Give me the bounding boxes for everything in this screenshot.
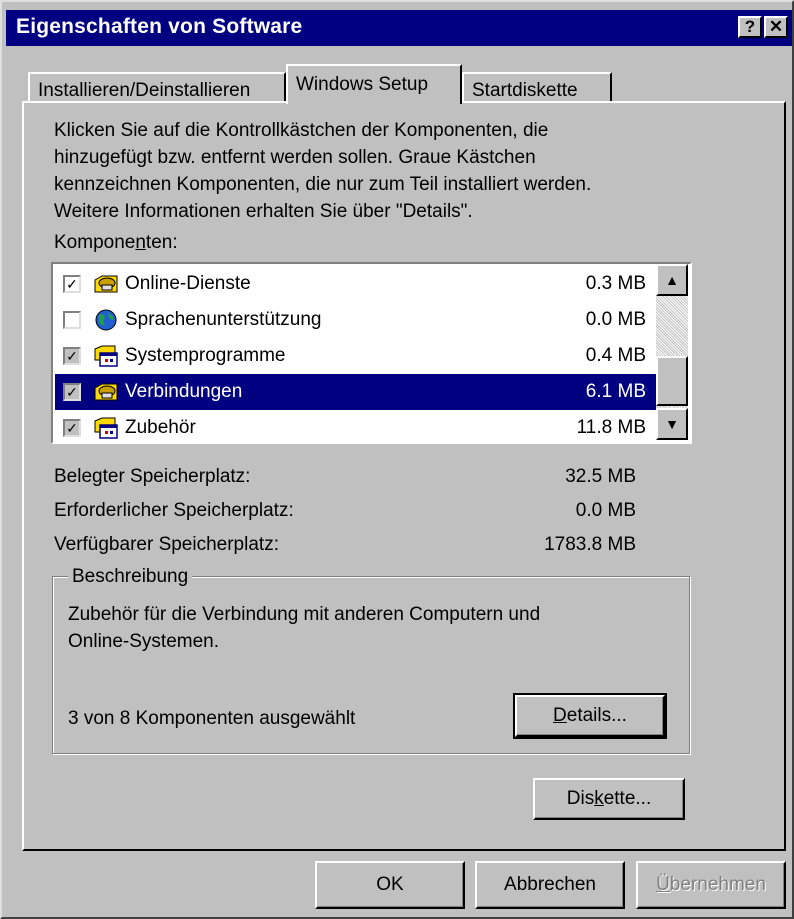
button-label: bernehmen <box>669 874 766 895</box>
component-name: Verbindungen <box>125 381 243 402</box>
tab-installieren-deinstallieren[interactable]: Installieren/Deinstallieren <box>28 72 286 103</box>
available-space-value: 1783.8 MB <box>544 534 636 555</box>
accel-char: k <box>594 788 604 809</box>
description-line-2: Online-Systemen. <box>68 631 220 652</box>
ok-button[interactable]: OK <box>315 861 465 909</box>
checkbox[interactable]: ✓ <box>63 419 81 437</box>
scroll-up-arrow-icon[interactable]: ▲ <box>656 264 688 296</box>
instructions-line-1: Klicken Sie auf die Kontrollkästchen der… <box>54 120 549 141</box>
tab-startdiskette[interactable]: Startdiskette <box>462 72 612 103</box>
program-window-icon <box>94 417 118 439</box>
tab-label: Installieren/Deinstallieren <box>38 80 251 101</box>
accel-char: D <box>553 705 567 726</box>
label-part: Kompone <box>54 232 136 253</box>
component-size: 11.8 MB <box>576 417 646 438</box>
help-button[interactable]: ? <box>738 16 762 38</box>
component-name: Systemprogramme <box>125 345 286 366</box>
component-size: 0.4 MB <box>585 345 646 366</box>
apply-button[interactable]: Übernehmen <box>636 861 786 909</box>
checkbox[interactable] <box>63 311 81 329</box>
components-label: Komponenten: <box>54 232 178 254</box>
component-size: 0.3 MB <box>585 273 646 294</box>
component-name: Zubehör <box>125 417 196 438</box>
required-space-label: Erforderlicher Speicherplatz: <box>54 500 294 521</box>
required-space-value: 0.0 MB <box>575 500 636 521</box>
instructions-line-2: hinzugefügt bzw. entfernt werden sollen.… <box>54 147 536 168</box>
list-item-systemprogramme[interactable]: ✓ Systemprogramme 0.4 MB <box>55 338 658 374</box>
tab-label: Windows Setup <box>296 74 429 95</box>
component-name: Online-Dienste <box>125 273 251 294</box>
phone-folder-icon <box>94 275 118 293</box>
details-button[interactable]: Details... <box>513 693 667 739</box>
description-line-1: Zubehör für die Verbindung mit anderen C… <box>68 604 541 625</box>
list-item-online-dienste[interactable]: ✓ Online-Dienste 0.3 MB <box>55 266 658 302</box>
used-space-value: 32.5 MB <box>565 466 636 487</box>
selection-count: 3 von 8 Komponenten ausgewählt <box>68 708 356 729</box>
list-item-sprachenunterstuetzung[interactable]: Sprachenunterstützung 0.0 MB <box>55 302 658 338</box>
label-accel: n <box>135 232 146 253</box>
active-tab-join <box>288 100 460 104</box>
program-window-icon <box>94 345 118 367</box>
components-listbox[interactable]: ✓ Online-Dienste 0.3 MB Sprachenunterstü… <box>51 262 692 444</box>
button-label: Dis <box>566 788 595 809</box>
used-space-label: Belegter Speicherplatz: <box>54 466 251 487</box>
globe-icon <box>95 309 117 331</box>
title-bar[interactable]: Eigenschaften von Software ? ✕ <box>6 10 792 46</box>
accel-char: Ü <box>656 874 670 895</box>
tab-label: Startdiskette <box>472 80 578 101</box>
checkbox[interactable]: ✓ <box>63 347 81 365</box>
diskette-button[interactable]: Diskette... <box>533 778 685 820</box>
instructions-line-3: kennzeichnen Komponenten, die nur zum Te… <box>54 174 592 195</box>
button-label: ette... <box>603 788 652 809</box>
tab-windows-setup[interactable]: Windows Setup <box>286 64 462 104</box>
scroll-down-arrow-icon[interactable]: ▼ <box>656 408 688 440</box>
cancel-button[interactable]: Abbrechen <box>475 861 625 909</box>
available-space-label: Verfügbarer Speicherplatz: <box>54 534 279 555</box>
checkbox[interactable]: ✓ <box>63 383 81 401</box>
scroll-thumb[interactable] <box>656 356 688 406</box>
label-part: ten: <box>145 232 178 253</box>
button-label: etails... <box>566 705 627 726</box>
components-scrollbar[interactable]: ▲ ▼ <box>656 264 688 440</box>
checkbox[interactable]: ✓ <box>63 275 81 293</box>
phone-folder-icon <box>94 383 118 401</box>
list-item-verbindungen[interactable]: ✓ Verbindungen 6.1 MB <box>55 374 658 410</box>
list-item-zubehoer[interactable]: ✓ Zubehör 11.8 MB <box>55 410 658 442</box>
window-title: Eigenschaften von Software <box>16 15 303 38</box>
component-size: 6.1 MB <box>585 381 646 402</box>
instructions-line-4: Weitere Informationen erhalten Sie über … <box>54 201 473 222</box>
component-size: 0.0 MB <box>585 309 646 330</box>
description-legend: Beschreibung <box>68 566 193 588</box>
component-name: Sprachenunterstützung <box>125 309 322 330</box>
close-button[interactable]: ✕ <box>764 16 788 38</box>
